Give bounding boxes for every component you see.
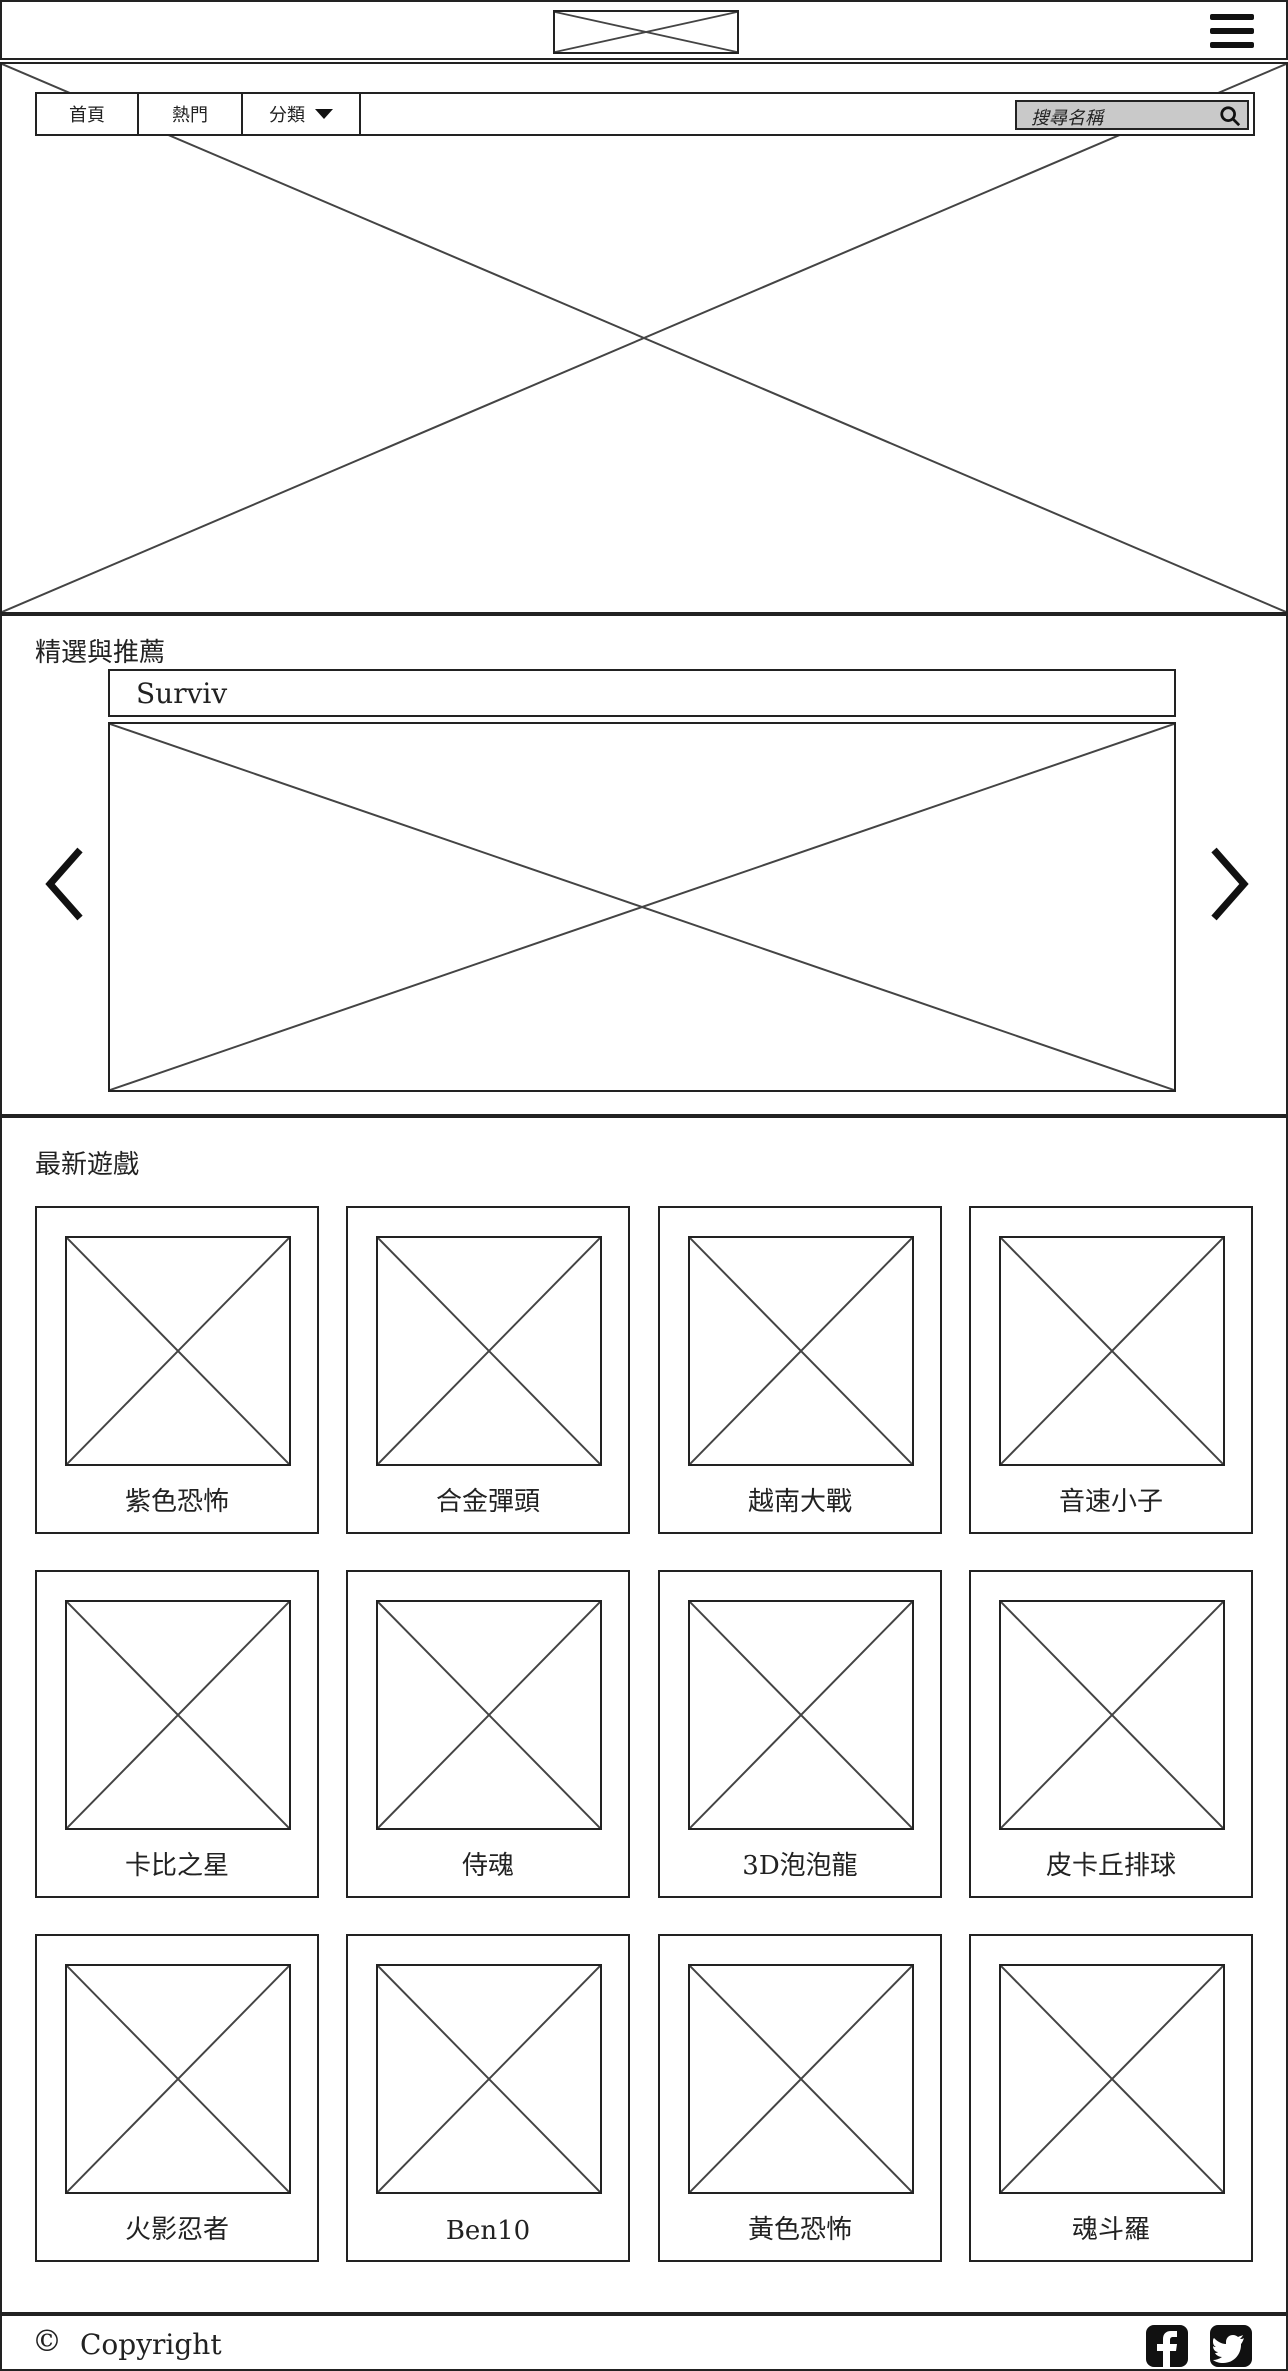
- game-card[interactable]: 紫色恐怖: [35, 1206, 319, 1534]
- featured-game-title: Surviv: [136, 677, 228, 710]
- latest-games-section: 最新遊戲 紫色恐怖 合金彈頭 越南大戰 音速小子卡比之星 侍魂 3D泡泡龍 皮卡丘排球火影忍…: [0, 1116, 1288, 2314]
- twitter-icon[interactable]: [1210, 2325, 1252, 2367]
- game-title[interactable]: 卡比之星: [37, 1845, 317, 1882]
- game-title[interactable]: 火影忍者: [37, 2209, 317, 2246]
- game-title[interactable]: Ben10: [348, 2216, 628, 2246]
- search-input[interactable]: 搜尋名稱: [1015, 100, 1249, 130]
- game-title[interactable]: 越南大戰: [660, 1481, 940, 1518]
- game-title[interactable]: 魂斗羅: [971, 2209, 1251, 2246]
- logo-placeholder-image[interactable]: [553, 10, 739, 54]
- game-title[interactable]: 黃色恐怖: [660, 2209, 940, 2246]
- game-card[interactable]: 侍魂: [346, 1570, 630, 1898]
- game-thumbnail[interactable]: [65, 1236, 291, 1466]
- copyright-icon: ©: [32, 2324, 62, 2359]
- game-card[interactable]: 皮卡丘排球: [969, 1570, 1253, 1898]
- game-thumbnail[interactable]: [376, 1600, 602, 1830]
- game-title[interactable]: 合金彈頭: [348, 1481, 628, 1518]
- game-thumbnail[interactable]: [376, 1236, 602, 1466]
- game-card[interactable]: 魂斗羅: [969, 1934, 1253, 2262]
- chevron-right-icon[interactable]: [1202, 844, 1252, 924]
- nav-popular-label: 熱門: [172, 105, 208, 126]
- search-placeholder: 搜尋名稱: [1031, 108, 1103, 129]
- featured-heading: 精選與推薦: [35, 638, 166, 668]
- game-card[interactable]: 音速小子: [969, 1206, 1253, 1534]
- game-card[interactable]: 黃色恐怖: [658, 1934, 942, 2262]
- featured-game-image[interactable]: [108, 722, 1176, 1092]
- featured-section: 精選與推薦 Surviv: [0, 614, 1288, 1116]
- copyright-text: Copyright: [80, 2328, 222, 2361]
- facebook-icon[interactable]: [1146, 2325, 1188, 2367]
- game-thumbnail[interactable]: [999, 1964, 1225, 2194]
- hero-banner: 首頁 熱門 分類 搜尋名稱: [0, 62, 1288, 614]
- nav-category-dropdown[interactable]: 分類: [243, 94, 361, 134]
- game-title[interactable]: 侍魂: [348, 1845, 628, 1882]
- search-icon[interactable]: [1219, 105, 1241, 127]
- game-thumbnail[interactable]: [376, 1964, 602, 2194]
- nav-category-label: 分類: [269, 105, 305, 126]
- game-card[interactable]: 卡比之星: [35, 1570, 319, 1898]
- hamburger-menu-icon[interactable]: [1210, 12, 1254, 50]
- game-thumbnail[interactable]: [65, 1964, 291, 2194]
- game-card[interactable]: 3D泡泡龍: [658, 1570, 942, 1898]
- game-title[interactable]: 紫色恐怖: [37, 1481, 317, 1518]
- chevron-left-icon[interactable]: [42, 844, 92, 924]
- featured-title-bar: Surviv: [108, 669, 1176, 717]
- footer: © Copyright: [0, 2314, 1288, 2371]
- game-title[interactable]: 皮卡丘排球: [971, 1845, 1251, 1882]
- latest-heading: 最新遊戲: [35, 1150, 140, 1180]
- game-title[interactable]: 音速小子: [971, 1481, 1251, 1518]
- game-card[interactable]: 合金彈頭: [346, 1206, 630, 1534]
- top-header: [0, 0, 1288, 60]
- caret-down-icon: [315, 109, 333, 119]
- game-thumbnail[interactable]: [999, 1236, 1225, 1466]
- game-thumbnail[interactable]: [688, 1964, 914, 2194]
- game-thumbnail[interactable]: [688, 1600, 914, 1830]
- game-thumbnail[interactable]: [65, 1600, 291, 1830]
- game-thumbnail[interactable]: [688, 1236, 914, 1466]
- nav-bar: 首頁 熱門 分類 搜尋名稱: [35, 92, 1255, 136]
- nav-home-label: 首頁: [69, 105, 105, 126]
- game-thumbnail[interactable]: [999, 1600, 1225, 1830]
- game-title[interactable]: 3D泡泡龍: [660, 1845, 940, 1882]
- game-card[interactable]: Ben10: [346, 1934, 630, 2262]
- nav-popular[interactable]: 熱門: [139, 94, 243, 134]
- nav-home[interactable]: 首頁: [37, 94, 139, 134]
- game-card[interactable]: 火影忍者: [35, 1934, 319, 2262]
- game-card[interactable]: 越南大戰: [658, 1206, 942, 1534]
